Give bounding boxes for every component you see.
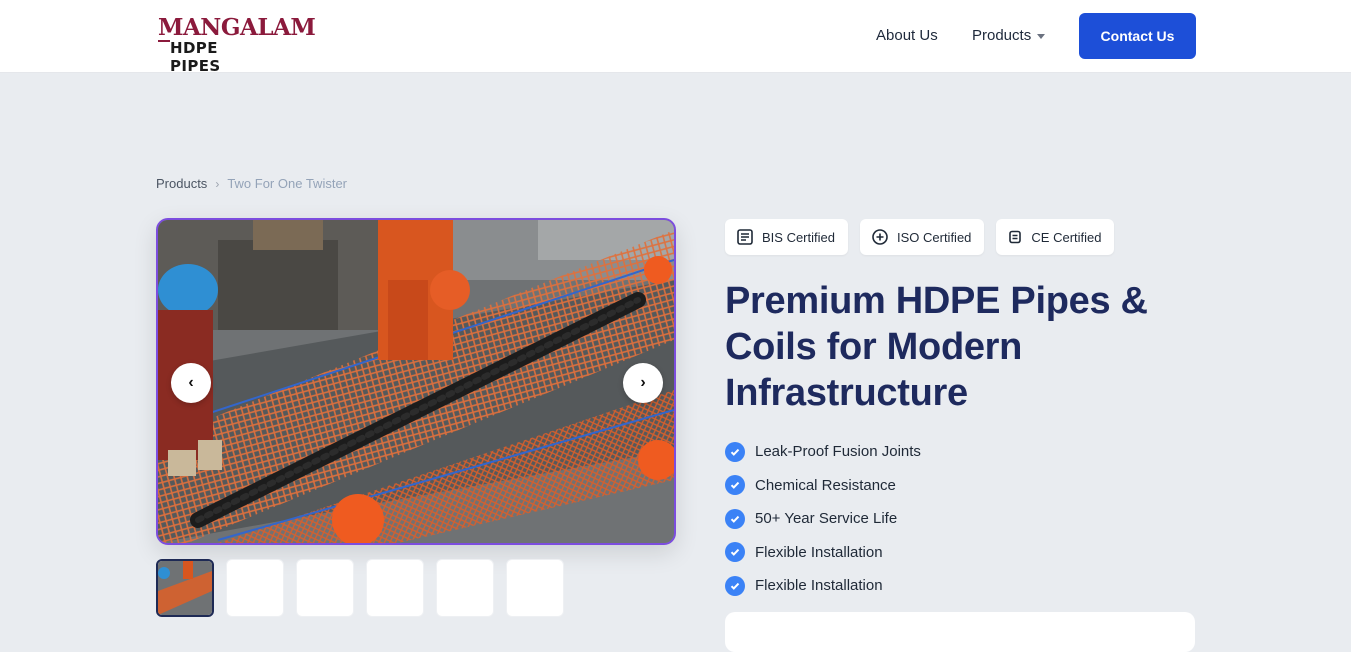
feature-item: Flexible Installation (725, 536, 921, 570)
badge-label: CE Certified (1031, 229, 1102, 245)
chevron-right-icon: › (640, 374, 646, 391)
breadcrumb-current: Two For One Twister (227, 176, 347, 191)
checkmark-icon (725, 508, 745, 529)
checkmark-icon (725, 475, 745, 496)
product-title: Premium HDPE Pipes & Coils for Modern In… (725, 280, 1148, 414)
thumbnail-3[interactable] (296, 559, 354, 617)
nav-about-us[interactable]: About Us (876, 27, 938, 44)
feature-label: 50+ Year Service Life (755, 510, 898, 528)
feature-item: Leak-Proof Fusion Joints (725, 435, 921, 469)
badge-label: BIS Certified (762, 229, 835, 245)
feature-item: Flexible Installation (725, 569, 921, 603)
feature-label: Chemical Resistance (755, 476, 896, 494)
contact-us-button[interactable]: Contact Us (1079, 13, 1196, 59)
badge-label: ISO Certified (896, 229, 972, 245)
breadcrumb-separator: › (215, 176, 220, 191)
chevron-left-icon: ‹ (188, 374, 194, 391)
product-info-card (725, 612, 1195, 652)
breadcrumb: Products › Two For One Twister (156, 176, 347, 191)
document-icon (737, 229, 753, 245)
mangalam-logo[interactable]: MANGALAM HDPE PIPES (158, 14, 316, 75)
site-header: MANGALAM HDPE PIPES About Us Products Co… (0, 0, 1351, 75)
carousel-prev-button[interactable]: ‹ (171, 363, 211, 403)
logo-rule (158, 40, 170, 42)
thumbnail-4[interactable] (366, 559, 424, 617)
document-small-icon (1009, 230, 1022, 244)
feature-list: Leak-Proof Fusion Joints Chemical Resist… (725, 435, 921, 603)
thumbnail-1[interactable] (156, 559, 214, 617)
nav-products-dropdown[interactable]: Products (972, 27, 1046, 44)
certification-badges: BIS Certified ISO Certified CE Certified (725, 219, 1115, 255)
checkmark-icon (725, 542, 745, 563)
badge-ce: CE Certified (996, 219, 1115, 255)
product-image-carousel[interactable]: ‹ › (156, 218, 676, 545)
thumbnail-5[interactable] (436, 559, 494, 617)
feature-label: Flexible Installation (755, 577, 883, 595)
product-main-image (158, 220, 674, 543)
thumbnail-6[interactable] (506, 559, 564, 617)
logo-subtitle: HDPE PIPES (170, 39, 221, 75)
feature-label: Flexible Installation (755, 543, 883, 561)
logo-wordmark: MANGALAM (158, 14, 316, 41)
carousel-next-button[interactable]: › (623, 363, 663, 403)
thumbnail-2[interactable] (226, 559, 284, 617)
plus-circle-icon (872, 229, 888, 245)
feature-item: 50+ Year Service Life (725, 502, 921, 536)
breadcrumb-products[interactable]: Products (156, 176, 207, 191)
nav-products-label: Products (972, 27, 1032, 44)
chevron-down-icon (1037, 34, 1046, 39)
thumbnail-strip (156, 559, 564, 617)
checkmark-icon (725, 575, 745, 596)
badge-iso: ISO Certified (859, 219, 985, 255)
badge-bis: BIS Certified (725, 219, 848, 255)
checkmark-icon (725, 441, 745, 462)
feature-item: Chemical Resistance (725, 469, 921, 503)
feature-label: Leak-Proof Fusion Joints (755, 443, 921, 461)
